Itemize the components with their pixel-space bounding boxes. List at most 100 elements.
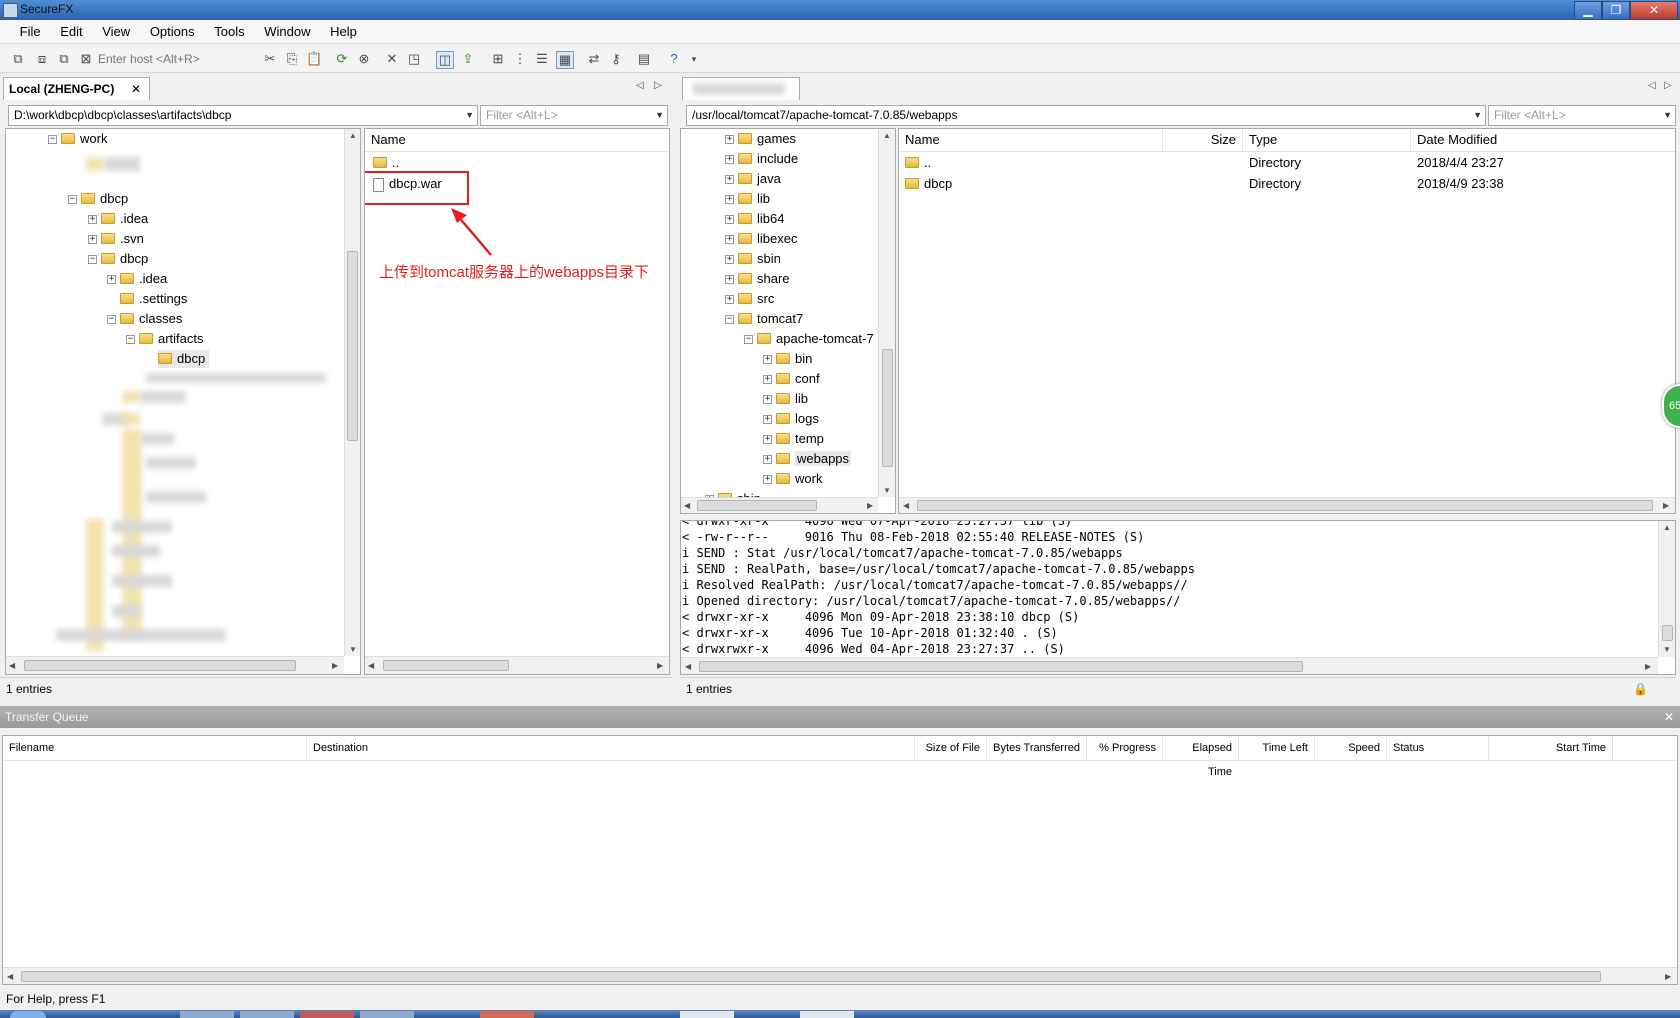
tree-item-dbcp-selected[interactable]: dbcp <box>177 351 205 366</box>
tree-item-include[interactable]: include <box>757 151 798 166</box>
scroll-thumb[interactable] <box>917 500 1653 511</box>
local-tree-pane[interactable]: − work − dbcp + .idea + .svn − dbcp + .idea .s… <box>5 128 361 675</box>
column-size[interactable]: Size <box>1163 129 1243 151</box>
column-name[interactable]: Name <box>899 129 1163 151</box>
expand-icon[interactable]: + <box>763 415 772 425</box>
chevron-down-icon[interactable]: ▼ <box>465 106 474 125</box>
log-vscroll[interactable]: ▲ ▼ <box>1658 521 1675 657</box>
scroll-up-icon[interactable]: ▲ <box>883 131 891 140</box>
help-icon[interactable]: ? <box>666 51 682 67</box>
menu-help[interactable]: Help <box>322 20 365 44</box>
tree-item-bin[interactable]: bin <box>795 351 812 366</box>
scroll-right-icon[interactable]: ▶ <box>867 501 873 510</box>
tree-item-share[interactable]: share <box>757 271 790 286</box>
tree-item-tomcat7[interactable]: tomcat7 <box>757 311 803 326</box>
expand-icon[interactable]: + <box>725 235 734 245</box>
expand-icon[interactable]: + <box>763 355 772 365</box>
column-date-modified[interactable]: Date Modified <box>1411 129 1675 151</box>
local-path-field[interactable]: D:\work\dbcp\dbcp\classes\artifacts\dbcp… <box>8 105 478 126</box>
start-button-icon[interactable] <box>10 1011 46 1018</box>
remote-tree-vscroll[interactable]: ▲ ▼ <box>878 129 895 497</box>
expand-icon[interactable]: + <box>725 215 734 225</box>
column-type[interactable]: Type <box>1243 129 1411 151</box>
tree-item-logs[interactable]: logs <box>795 411 819 426</box>
local-filter-field[interactable]: Filter <Alt+L> ▼ <box>480 105 668 126</box>
expand-icon[interactable]: + <box>88 235 97 245</box>
tree-item-lib[interactable]: lib <box>757 191 770 206</box>
key-icon[interactable]: ⚷ <box>608 51 624 67</box>
collapse-icon[interactable]: − <box>48 135 57 145</box>
scroll-left-icon[interactable]: ◀ <box>903 501 909 510</box>
taskbar-app[interactable] <box>300 1011 354 1018</box>
scroll-left-icon[interactable]: ◀ <box>685 662 691 671</box>
close-icon[interactable]: ✕ <box>1664 706 1674 728</box>
tab-scroll-right-icon[interactable]: ▷ <box>654 80 662 91</box>
scroll-thumb[interactable] <box>1662 625 1673 641</box>
expand-icon[interactable]: + <box>763 455 772 465</box>
scroll-down-icon[interactable]: ▼ <box>883 486 891 495</box>
column-destination[interactable]: Destination <box>307 736 915 760</box>
scroll-thumb[interactable] <box>24 660 296 671</box>
sync-icon[interactable]: ⇄ <box>586 51 602 67</box>
table-row[interactable]: .. Directory 2018/4/4 23:27 <box>899 153 1675 173</box>
collapse-icon[interactable]: − <box>68 195 77 205</box>
taskbar-app[interactable] <box>680 1011 734 1018</box>
tree-item-lib64[interactable]: lib64 <box>757 211 784 226</box>
list-item[interactable]: .. <box>365 153 669 173</box>
tree-item-java[interactable]: java <box>757 171 781 186</box>
expand-icon[interactable]: + <box>725 195 734 205</box>
tree-item-settings[interactable]: .settings <box>139 291 187 306</box>
tree-item-games[interactable]: games <box>757 131 796 146</box>
tree-item-libexec[interactable]: libexec <box>757 231 797 246</box>
scroll-thumb[interactable] <box>347 251 358 441</box>
tree-item-artifacts[interactable]: artifacts <box>158 331 204 346</box>
column-status[interactable]: Status <box>1387 736 1489 760</box>
collapse-icon[interactable]: − <box>88 255 97 265</box>
tab-scroll-right-icon[interactable]: ▷ <box>1664 80 1672 91</box>
column-elapsed-time[interactable]: Elapsed Time <box>1163 736 1239 778</box>
expand-icon[interactable]: + <box>725 175 734 185</box>
tree-item-src[interactable]: src <box>757 291 774 306</box>
expand-icon[interactable]: + <box>725 155 734 165</box>
expand-icon[interactable]: + <box>725 295 734 305</box>
scroll-right-icon[interactable]: ▶ <box>332 661 338 670</box>
tree-item-webapps[interactable]: webapps <box>795 451 852 466</box>
tab-scroll-left-icon[interactable]: ◁ <box>636 80 644 91</box>
refresh-icon[interactable]: ⟳ <box>334 51 350 67</box>
expand-icon[interactable]: + <box>725 275 734 285</box>
scroll-thumb[interactable] <box>383 660 509 671</box>
tab-scroll-left-icon[interactable]: ◁ <box>1648 80 1656 91</box>
remote-filter-field[interactable]: Filter <Alt+L> ▼ <box>1488 105 1676 126</box>
scroll-thumb[interactable] <box>21 971 1601 982</box>
column-time-left[interactable]: Time Left <box>1239 736 1315 760</box>
tree-item-apache-tomcat[interactable]: apache-tomcat-7 <box>776 331 874 346</box>
delete-icon[interactable]: ✕ <box>384 51 400 67</box>
large-icons-icon[interactable]: ⊞ <box>490 51 506 67</box>
taskbar-app[interactable] <box>180 1011 234 1018</box>
scroll-thumb[interactable] <box>699 661 1303 672</box>
tree-item-conf[interactable]: conf <box>795 371 820 386</box>
column-filename[interactable]: Filename <box>3 736 307 760</box>
restore-button[interactable]: ❐ <box>1602 1 1630 20</box>
log-hscroll[interactable]: ◀ ▶ <box>681 657 1658 674</box>
scroll-left-icon[interactable]: ◀ <box>684 501 690 510</box>
chevron-down-icon[interactable]: ▼ <box>1473 106 1482 125</box>
remote-path-field[interactable]: /usr/local/tomcat7/apache-tomcat-7.0.85/… <box>686 105 1486 126</box>
scroll-right-icon[interactable]: ▶ <box>1663 501 1669 510</box>
upload-icon[interactable]: ⇪ <box>460 51 476 67</box>
local-list-hscroll[interactable]: ◀ ▶ <box>365 656 669 674</box>
list-view-icon[interactable]: ☰ <box>534 51 550 67</box>
menu-view[interactable]: View <box>94 20 138 44</box>
column-name[interactable]: Name <box>365 129 669 151</box>
close-window-button[interactable]: ✕ <box>1630 1 1678 20</box>
column-size-of-file[interactable]: Size of File <box>915 736 987 760</box>
menu-file[interactable]: File <box>12 20 49 44</box>
transfer-queue-hscroll[interactable]: ◀ ▶ <box>3 967 1677 984</box>
column-progress[interactable]: % Progress <box>1087 736 1163 760</box>
expand-icon[interactable]: + <box>107 275 116 285</box>
taskbar-app[interactable] <box>480 1011 534 1018</box>
tree-item-work[interactable]: work <box>795 471 822 486</box>
scroll-left-icon[interactable]: ◀ <box>9 661 15 670</box>
collapse-icon[interactable]: − <box>725 315 734 325</box>
tree-item-classes[interactable]: classes <box>139 311 182 326</box>
